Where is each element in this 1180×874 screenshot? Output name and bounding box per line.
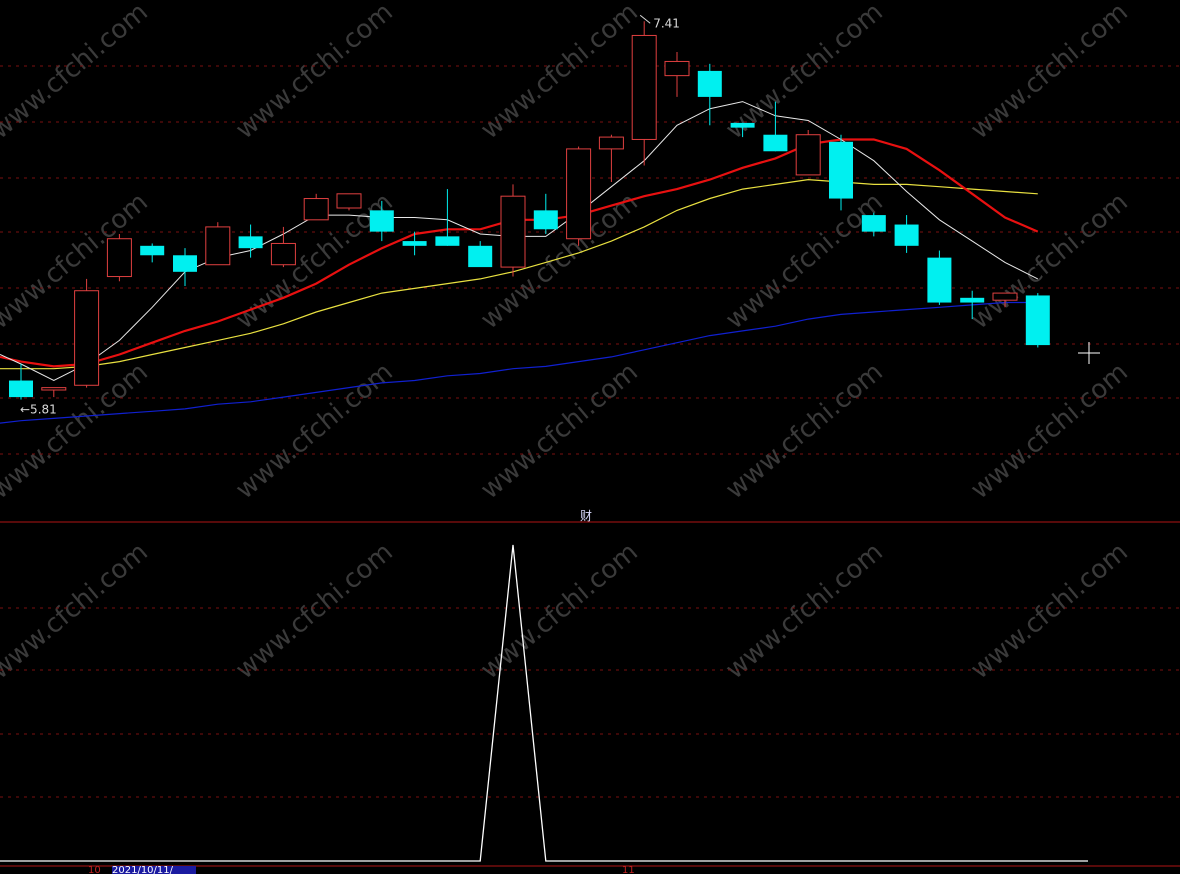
watermark-text: www.cfchi.com [475, 0, 644, 145]
watermark-text: www.cfchi.com [720, 357, 889, 505]
candle [795, 130, 821, 176]
candle-body-down [960, 297, 985, 303]
candle-body-up [303, 198, 329, 221]
candle [566, 146, 592, 246]
candle-body-up [41, 387, 67, 391]
candle-body-down [402, 241, 427, 246]
candle [9, 364, 33, 400]
candle-body-up [664, 60, 690, 77]
candle [664, 52, 690, 97]
candle [598, 134, 624, 182]
candle [205, 222, 231, 266]
candle [140, 243, 165, 263]
indicator-panel [0, 544, 1088, 862]
candle [927, 250, 952, 305]
candle-body-down [1025, 295, 1050, 346]
candle-body-down [173, 255, 197, 272]
candle-body-down [927, 257, 952, 303]
watermark-text: www.cfchi.com [720, 537, 889, 685]
candle-body-down [697, 70, 722, 97]
candle-body-up [795, 134, 821, 176]
candle-body-down [140, 245, 165, 256]
candle-body-up [566, 148, 592, 240]
high-price-label: 7.41 [653, 16, 680, 30]
candle [631, 21, 657, 166]
indicator-line [0, 544, 1088, 862]
date-cursor-label: 2021/10/11/ [112, 866, 196, 874]
candle [894, 215, 919, 253]
candle-body-up [270, 242, 296, 266]
candle-body-up [500, 195, 526, 268]
candle [270, 226, 296, 268]
candle [861, 212, 886, 237]
candle [106, 234, 132, 282]
watermark-text: www.cfchi.com [0, 0, 154, 145]
indicator-panel-label: 财 [580, 509, 593, 523]
candle-body-down [730, 122, 755, 128]
watermark-text: www.cfchi.com [965, 537, 1134, 685]
candle [533, 193, 558, 234]
watermark-text: www.cfchi.com [230, 537, 399, 685]
candle [829, 134, 853, 211]
watermark-text: www.cfchi.com [0, 537, 154, 685]
candle-body-up [992, 292, 1018, 301]
crosshair-cursor-icon [1078, 342, 1100, 364]
candle-body-down [861, 215, 886, 232]
candle-body-down [369, 210, 394, 232]
candle [402, 231, 427, 256]
month-tick-oct: 10 [88, 866, 101, 874]
candle [697, 63, 722, 126]
candle [1025, 293, 1050, 348]
candle-body-up [205, 226, 231, 266]
candle [74, 278, 100, 388]
month-tick-nov: 11 [622, 866, 635, 874]
candle-body-up [106, 238, 132, 278]
ma60-line [0, 301, 1038, 424]
candle-body-down [468, 245, 493, 268]
candle-body-down [894, 224, 919, 246]
watermark-text: www.cfchi.com [230, 357, 399, 505]
candle [435, 189, 460, 246]
candle-body-down [238, 236, 263, 249]
watermark-layer: www.cfchi.com www.cfchi.com www.cfchi.com w… [0, 0, 1134, 685]
candle-body-down [435, 236, 460, 246]
candle [500, 184, 526, 277]
candle-body-down [763, 134, 788, 152]
candle [41, 387, 67, 398]
candle [336, 193, 362, 211]
candle-body-down [9, 380, 33, 398]
candle-body-up [598, 136, 624, 150]
candle [303, 193, 329, 221]
candle-body-up [336, 193, 362, 209]
candle [468, 241, 493, 268]
watermark-text: www.cfchi.com [475, 357, 644, 505]
candle-body-down [533, 210, 558, 230]
candle-body-up [631, 34, 657, 140]
candle-body-up [74, 290, 100, 386]
candle-body-down [829, 141, 853, 199]
low-price-label: ←5.81 [20, 402, 57, 416]
watermark-text: www.cfchi.com [965, 0, 1134, 145]
watermark-text: www.cfchi.com [965, 357, 1134, 505]
stock-chart: www.cfchi.com www.cfchi.com www.cfchi.com w… [0, 0, 1180, 867]
watermark-text: www.cfchi.com [230, 0, 399, 145]
